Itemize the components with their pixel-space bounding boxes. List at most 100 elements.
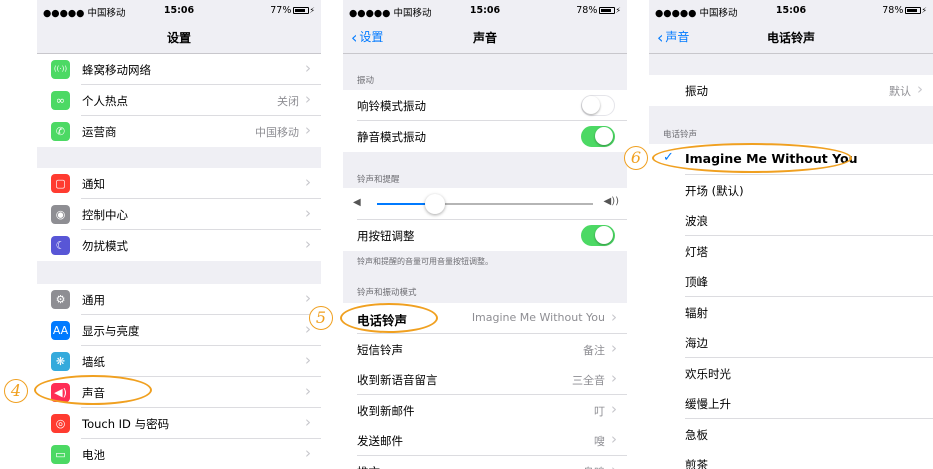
settings-row[interactable]: ▢ 通知 › [37,168,321,199]
chevron-right-icon: › [611,399,617,418]
sound-screen: ●●●●● 中国移动 15:06 78% ⚡ ‹ 设置 声音 振动 响铃模式振动 静… [343,0,627,469]
ringtone-label: 急板 [685,427,708,442]
settings-row-label: 个人热点 [82,94,128,108]
settings-row-value: 中国移动 [255,126,299,139]
sound-pattern-label: 收到新邮件 [357,403,415,418]
settings-row-label: 电池 [82,448,105,462]
status-bar: ●●●●● 中国移动 15:06 78% ⚡ [649,0,933,20]
settings-row-label: 显示与亮度 [82,324,140,338]
ringtone-label: 缓慢上升 [685,397,731,411]
vibrate-on-ring-toggle[interactable] [581,95,615,116]
nav-bar: ‹ 设置 声音 [343,20,627,54]
settings-row[interactable]: ((·)) 蜂窝移动网络 › [37,54,321,85]
ringtone-label: 辐射 [685,305,708,320]
ringtone-row[interactable]: 开场 (默认) [649,174,933,206]
sound-pattern-value: Imagine Me Without You [471,311,605,324]
hotspot-icon: ∞ [51,91,70,110]
gear-icon: ⚙ [51,290,70,309]
settings-row[interactable]: AA 显示与亮度 › [37,315,321,346]
ringtone-row[interactable]: 急板 [649,418,933,450]
speaker-low-icon: ◀ [353,197,361,208]
status-bar: ●●●●● 中国移动 15:06 77% ⚡ [37,0,321,20]
slider-thumb[interactable] [425,194,446,214]
settings-row-label: 通知 [82,177,105,191]
settings-row-label: 蜂窝移动网络 [82,63,151,77]
settings-row[interactable]: ☾ 勿扰模式 › [37,230,321,261]
vibrate-on-ring-row: 响铃模式振动 [343,90,627,121]
nav-bar: 设置 [37,20,321,54]
ringtone-label: 海边 [685,336,708,350]
battery-icon [293,7,310,14]
highlight-ellipse-selected-tone [652,143,852,173]
ringtone-row[interactable]: 波浪 [649,205,933,236]
page-title: 电话铃声 [766,31,815,45]
nav-bar: ‹ 声音 电话铃声 [649,20,933,54]
sound-pattern-row[interactable]: 短信铃声 备注 › [343,333,627,365]
sound-pattern-label: 收到新语音留言 [357,373,438,387]
settings-row[interactable]: ✆ 运营商 中国移动 › [37,116,321,147]
section-header-vibrate: 振动 [357,76,375,86]
ringtone-screen: ●●●●● 中国移动 15:06 78% ⚡ ‹ 声音 电话铃声 振动 默认 › 电… [649,0,933,469]
section-header-patterns: 铃声和振动模式 [357,288,417,298]
settings-row[interactable]: ▭ 电池 › [37,439,321,469]
chevron-right-icon: › [305,289,311,307]
chevron-right-icon: › [305,444,311,462]
battery-status: 78% ⚡ [576,5,621,16]
ringer-volume-slider[interactable] [377,194,593,214]
sound-pattern-row[interactable]: 发送邮件 嗖 › [343,425,627,456]
ringtone-row[interactable]: 顶峰 [649,266,933,297]
ringtone-label: 欢乐时光 [685,366,731,381]
section-header-ringer: 铃声和提醒 [357,175,400,185]
settings-row[interactable]: ⚙ 通用 › [37,284,321,315]
settings-row[interactable]: ◉ 控制中心 › [37,199,321,230]
sound-pattern-row[interactable]: 收到新语音留言 三全音 › [343,364,627,395]
settings-row-label: 墙纸 [82,355,105,369]
page-title: 声音 [472,31,497,45]
settings-row-label: 控制中心 [82,208,128,222]
ringtone-label: 顶峰 [685,275,708,289]
ringtone-row[interactable]: 海边 [649,327,933,358]
settings-row[interactable]: ❋ 墙纸 › [37,346,321,377]
chevron-right-icon: › [611,369,617,387]
settings-row[interactable]: ∞ 个人热点 关闭 › [37,85,321,116]
ringtone-label: 煎茶 [685,458,708,469]
ringtone-row[interactable]: 缓慢上升 [649,388,933,419]
settings-row-value: 关闭 [277,95,299,108]
change-with-buttons-toggle[interactable] [581,225,615,246]
ringtone-row[interactable]: 欢乐时光 [649,357,933,389]
vibration-row[interactable]: 振动 默认 › [649,75,933,106]
step-marker-6: 6 [624,146,648,170]
chevron-right-icon: › [305,90,311,108]
settings-row[interactable]: ◎ Touch ID 与密码 › [37,408,321,439]
settings-row-label: 运营商 [82,125,117,139]
battery-icon [599,7,616,14]
sound-pattern-row[interactable]: 推文 鸟鸣 › [343,455,627,469]
charging-icon: ⚡ [921,6,927,15]
speaker-high-icon: ◀)) [603,196,620,207]
chevron-right-icon: › [305,173,311,191]
ringtone-label: 波浪 [685,214,708,228]
vibrate-on-silent-toggle[interactable] [581,126,615,147]
chevron-right-icon: › [611,308,617,326]
ringer-footnote: 铃声和提醒的音量可用音量按钮调整。 [357,257,493,266]
ringtone-label: 灯塔 [685,244,708,259]
change-with-buttons-row: 用按钮调整 [343,220,627,251]
charging-icon: ⚡ [309,6,315,15]
ringtone-row[interactable]: 煎茶 [649,449,933,469]
sound-pattern-label: 短信铃声 [357,342,403,357]
sound-pattern-value: 叮 [594,404,605,418]
chevron-right-icon: › [305,351,311,369]
ringtone-row[interactable]: 灯塔 [649,235,933,267]
sound-pattern-value: 嗖 [594,435,605,448]
chevron-right-icon: › [305,235,311,253]
sound-pattern-value: 鸟鸣 [583,464,605,469]
vibrate-on-silent-row: 静音模式振动 [343,121,627,152]
battery-icon: ▭ [51,445,70,464]
charging-icon: ⚡ [615,6,621,15]
display-icon: AA [51,321,70,340]
settings-row-label: Touch ID 与密码 [82,417,170,431]
sound-pattern-value: 备注 [583,343,605,357]
sound-pattern-row[interactable]: 收到新邮件 叮 › [343,394,627,426]
ringtone-row[interactable]: 辐射 [649,296,933,328]
highlight-ellipse-ringtone [340,303,438,333]
